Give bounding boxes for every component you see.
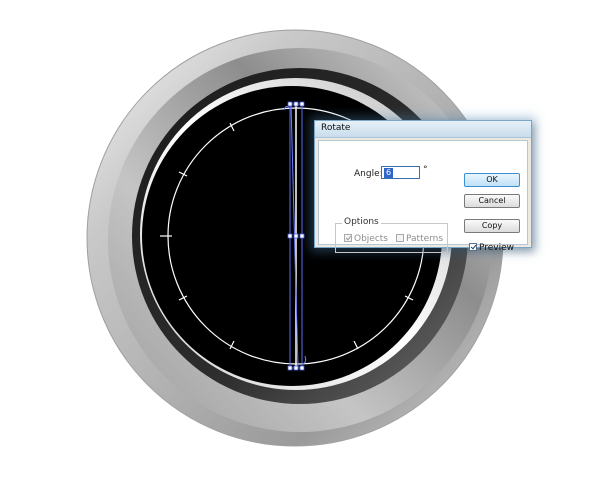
handle-top-left[interactable] bbox=[287, 101, 293, 107]
angle-input[interactable]: 6 bbox=[381, 166, 420, 179]
angle-label: Angle: bbox=[354, 169, 383, 179]
objects-option[interactable]: Objects bbox=[344, 234, 388, 244]
ok-button[interactable]: OK bbox=[464, 173, 520, 187]
copy-button[interactable]: Copy bbox=[464, 219, 520, 233]
degree-symbol: ° bbox=[423, 165, 428, 175]
handle-top-right[interactable] bbox=[299, 101, 305, 107]
dialog-title: Rotate bbox=[321, 123, 351, 133]
preview-checkbox[interactable] bbox=[469, 243, 477, 251]
dialog-titlebar[interactable]: Rotate bbox=[315, 121, 531, 138]
handle-left[interactable] bbox=[287, 233, 293, 239]
rotate-dialog: Rotate Angle: 6 ° Options Objects Patter… bbox=[314, 120, 532, 253]
handle-top[interactable] bbox=[293, 101, 299, 107]
objects-label: Objects bbox=[354, 234, 389, 244]
handle-bottom-right[interactable] bbox=[299, 365, 305, 371]
handle-bottom[interactable] bbox=[293, 365, 299, 371]
preview-label: Preview bbox=[479, 243, 515, 253]
patterns-option[interactable]: Patterns bbox=[396, 234, 443, 244]
cancel-button[interactable]: Cancel bbox=[464, 194, 520, 208]
patterns-checkbox[interactable] bbox=[396, 234, 404, 242]
handle-bottom-left[interactable] bbox=[287, 365, 293, 371]
options-label: Options bbox=[342, 217, 381, 227]
patterns-label: Patterns bbox=[406, 234, 444, 244]
handle-right[interactable] bbox=[299, 233, 305, 239]
objects-checkbox[interactable] bbox=[344, 234, 352, 242]
handle-center[interactable] bbox=[293, 233, 299, 239]
dialog-body: Angle: 6 ° Options Objects Patterns OK C… bbox=[318, 140, 528, 253]
preview-option[interactable]: Preview bbox=[469, 243, 514, 253]
angle-value: 6 bbox=[384, 168, 394, 178]
options-group: Options Objects Patterns bbox=[335, 217, 448, 253]
